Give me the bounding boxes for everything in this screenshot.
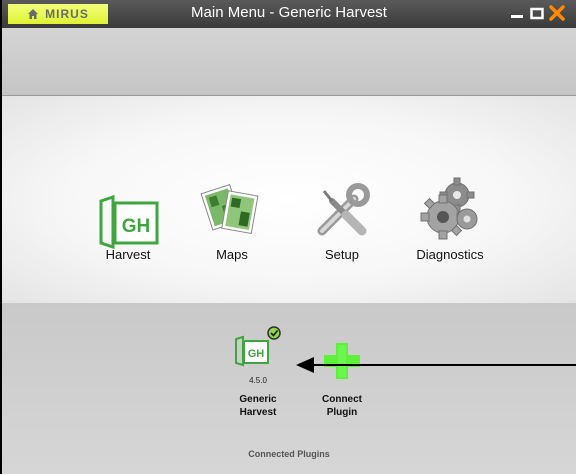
connect-plugin-label: Connect Plugin (312, 393, 372, 419)
plugin-version: 4.5.0 (249, 376, 267, 385)
menu-label-setup: Setup (325, 247, 359, 262)
connect-label-line2: Plugin (326, 407, 358, 418)
gh-plugin-icon: GH (235, 326, 281, 367)
plugin-name-line2: Harvest (239, 407, 277, 418)
minimize-icon[interactable] (508, 4, 526, 22)
check-badge-icon (267, 326, 281, 340)
plugin-name-line1: Generic (239, 394, 277, 405)
menu-label-maps: Maps (216, 247, 248, 262)
plugin-generic-harvest[interactable]: GH 4.5.0 Generic Harvest (228, 325, 288, 419)
callout-arrow-icon (296, 357, 576, 373)
connect-label-line1: Connect (322, 394, 362, 405)
window-title: Main Menu - Generic Harvest (191, 4, 387, 21)
maps-icon (200, 183, 259, 235)
plugin-name: Generic Harvest (228, 393, 288, 419)
title-bar: MIRUS Main Menu - Generic Harvest (2, 0, 576, 28)
app-window: MIRUS Main Menu - Generic Harvest GH Har… (0, 0, 576, 474)
menu-item-maps[interactable]: Maps (182, 166, 282, 262)
maximize-icon[interactable] (528, 4, 546, 22)
wrench-screwdriver-icon (317, 183, 370, 236)
connected-plugins-panel: GH 4.5.0 Generic Harvest Connect Plugin … (2, 303, 576, 474)
main-menu-panel: GH Harvest Maps Setup Diagnostics (2, 95, 576, 304)
svg-text:GH: GH (248, 348, 265, 360)
svg-text:GH: GH (122, 216, 151, 237)
top-strip (2, 28, 576, 96)
menu-item-setup[interactable]: Setup (292, 166, 392, 262)
close-icon[interactable] (548, 4, 566, 22)
gh-harvest-icon: GH (99, 195, 159, 249)
menu-label-diagnostics: Diagnostics (416, 247, 484, 262)
menu-item-harvest[interactable]: GH Harvest (78, 174, 178, 262)
menu-label-harvest: Harvest (105, 247, 151, 262)
menu-item-diagnostics[interactable]: Diagnostics (400, 166, 500, 262)
connected-plugins-label: Connected Plugins (248, 449, 330, 459)
gears-icon (420, 177, 478, 240)
